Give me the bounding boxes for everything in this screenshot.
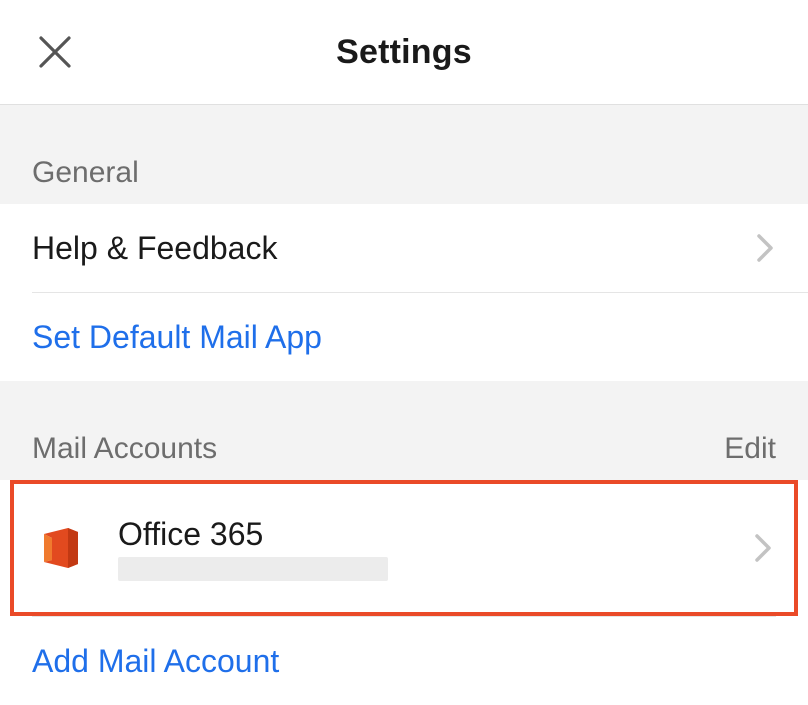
close-button[interactable] [34, 31, 76, 73]
account-email-redacted [118, 557, 388, 581]
section-label-mail-accounts: Mail Accounts [32, 432, 217, 466]
row-account-office365[interactable]: Office 365 [14, 484, 794, 612]
account-text: Office 365 [118, 516, 754, 581]
page-title: Settings [336, 33, 472, 72]
row-add-mail-account[interactable]: Add Mail Account [0, 617, 808, 705]
row-set-default-mail[interactable]: Set Default Mail App [0, 293, 808, 381]
edit-button[interactable]: Edit [724, 432, 776, 466]
row-help-feedback[interactable]: Help & Feedback [0, 204, 808, 292]
header-bar: Settings [0, 0, 808, 105]
close-icon [37, 34, 73, 70]
section-header-general: General [0, 105, 808, 204]
office-icon [34, 522, 86, 574]
section-header-mail-accounts: Mail Accounts Edit [0, 381, 808, 480]
list-general: Help & Feedback Set Default Mail App [0, 204, 808, 381]
section-label-general: General [32, 156, 139, 190]
add-mail-account-label: Add Mail Account [32, 643, 279, 680]
highlight-box: Office 365 [10, 480, 798, 616]
list-mail-accounts: Office 365 Add Mail Account [0, 480, 808, 705]
row-label-help-feedback: Help & Feedback [32, 230, 756, 267]
chevron-right-icon [754, 533, 774, 563]
row-label-set-default-mail: Set Default Mail App [32, 319, 776, 356]
chevron-right-icon [756, 233, 776, 263]
account-name: Office 365 [118, 516, 754, 553]
